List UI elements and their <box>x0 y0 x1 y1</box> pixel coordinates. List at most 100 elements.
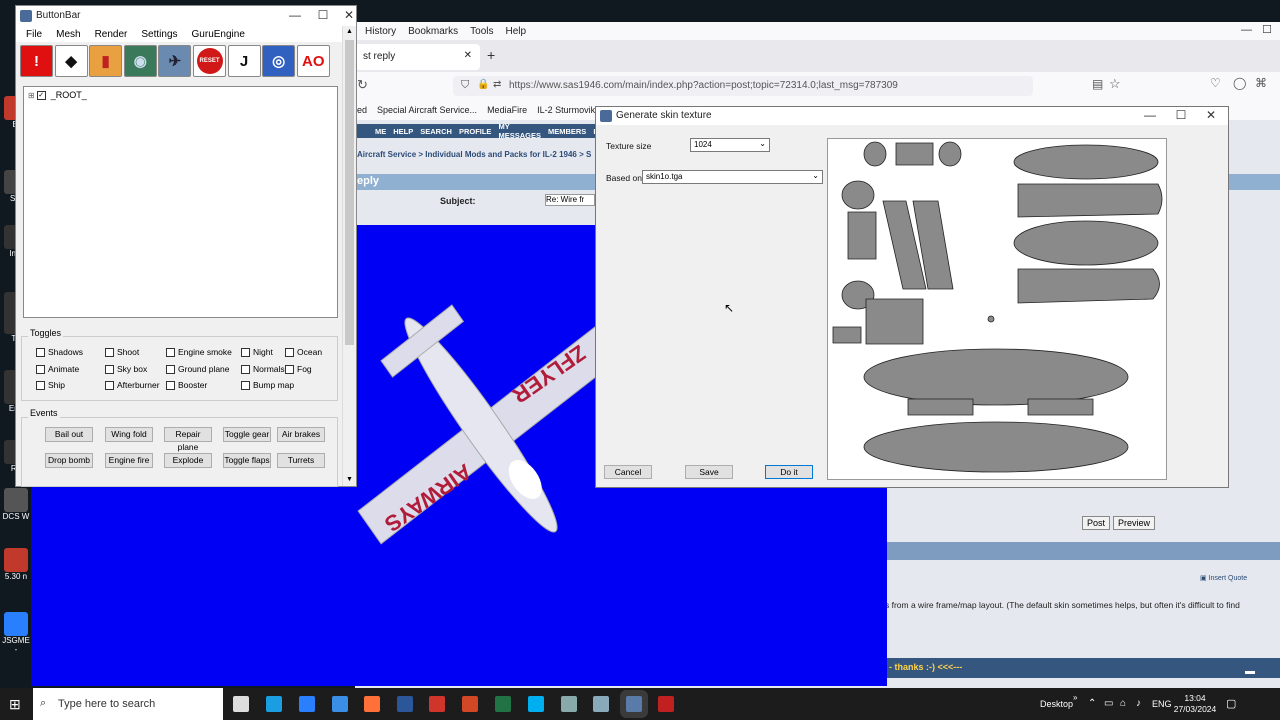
cockpit-icon[interactable]: ◉ <box>123 45 157 77</box>
window-app-icon[interactable] <box>593 696 609 712</box>
close-tab-icon[interactable]: ✕ <box>464 50 472 61</box>
language-indicator[interactable]: ENG <box>1152 699 1172 709</box>
excel-icon[interactable] <box>495 696 511 712</box>
mail-icon[interactable] <box>332 696 348 712</box>
subject-input[interactable]: Re: Wire fr <box>545 194 595 206</box>
bookmark-item[interactable]: Special Aircraft Service... <box>377 105 477 115</box>
menu-guruengine[interactable]: GuruEngine <box>192 29 245 40</box>
new-tab-button[interactable]: + <box>487 47 495 63</box>
toggle-checkbox[interactable]: Shoot <box>105 347 139 357</box>
event-button[interactable]: Air brakes <box>277 427 325 442</box>
event-button[interactable]: Wing fold <box>105 427 153 442</box>
extensions-icon[interactable]: ⌘ <box>1255 76 1267 90</box>
scroll-up-icon[interactable]: ▲ <box>346 28 353 35</box>
reader-view-icon[interactable]: ▤ <box>1092 77 1103 91</box>
checkbox-box[interactable] <box>241 380 250 390</box>
dialog-titlebar[interactable]: Generate skin texture — ☐ ✕ <box>596 107 1228 125</box>
menu-mesh[interactable]: Mesh <box>56 29 80 40</box>
menu-settings[interactable]: Settings <box>141 29 177 40</box>
close-icon[interactable]: ✕ <box>1196 108 1226 122</box>
toggle-checkbox[interactable]: Booster <box>166 380 207 390</box>
save-button[interactable]: Save <box>685 465 733 479</box>
alert-icon[interactable]: ! <box>20 45 53 77</box>
menu-history[interactable]: History <box>365 26 396 37</box>
checkbox-box[interactable] <box>105 347 114 357</box>
acrobat-icon[interactable] <box>429 696 445 712</box>
vertical-scrollbar[interactable]: ▲ ▼ <box>342 26 356 486</box>
checkbox-box[interactable] <box>166 380 175 390</box>
firefox-icon[interactable] <box>364 696 380 712</box>
maximize-icon[interactable]: ☐ <box>1262 23 1272 36</box>
bookmark-item[interactable]: MediaFire <box>487 105 527 115</box>
forum-nav-item[interactable]: ME <box>375 127 386 136</box>
expand-icon[interactable]: ⊞ <box>28 91 35 100</box>
buttonbar-titlebar[interactable]: ButtonBar — ☐ ✕ <box>16 6 356 26</box>
toggle-checkbox[interactable]: Shadows <box>36 347 83 357</box>
menu-render[interactable]: Render <box>95 29 128 40</box>
toggle-checkbox[interactable]: Normals <box>241 364 285 374</box>
collapse-icon[interactable]: ▬ <box>1245 666 1255 677</box>
do-it-button[interactable]: Do it <box>765 465 813 479</box>
scroll-down-icon[interactable]: ▼ <box>346 476 353 483</box>
checkbox-box[interactable] <box>285 364 294 374</box>
event-button[interactable]: Engine fire <box>105 453 153 468</box>
lock-icon[interactable]: 🔒 <box>477 79 489 90</box>
based-on-select[interactable]: skin1o.tga ⌄ <box>642 170 823 184</box>
graduation-cap-icon[interactable]: ◆ <box>54 45 88 77</box>
toggle-checkbox[interactable]: Bump map <box>241 380 294 390</box>
maximize-icon[interactable]: ☐ <box>1166 108 1196 122</box>
forum-nav-item[interactable]: MY MESSAGES <box>498 122 541 140</box>
checkbox-box[interactable] <box>36 380 45 390</box>
volume-icon[interactable]: ♪ <box>1136 698 1141 709</box>
bookmark-star-icon[interactable]: ☆ <box>1109 76 1121 92</box>
network-icon[interactable]: ⌂ <box>1120 698 1126 709</box>
guru-engine-icon[interactable] <box>626 696 642 712</box>
tree-checkbox[interactable]: ✓ <box>36 90 46 100</box>
notifications-icon[interactable]: ▢ <box>1226 697 1236 710</box>
desktop-shortcut[interactable]: 5.30 n <box>2 548 30 581</box>
skype-icon[interactable] <box>528 696 544 712</box>
toggle-checkbox[interactable]: Ocean <box>285 347 322 357</box>
desktop-toolbar-label[interactable]: Desktop <box>1040 699 1073 709</box>
bookmark-item[interactable]: ed <box>357 105 367 115</box>
globe-icon[interactable]: ◎ <box>262 45 296 77</box>
checkbox-box[interactable] <box>285 347 294 357</box>
texture-size-select[interactable]: 1024 ⌄ <box>690 138 770 152</box>
menu-bookmarks[interactable]: Bookmarks <box>408 26 458 37</box>
toggle-checkbox[interactable]: Night <box>241 347 273 357</box>
toggle-checkbox[interactable]: Fog <box>285 364 312 374</box>
event-button[interactable]: Drop bomb <box>45 453 93 468</box>
menu-file[interactable]: File <box>26 29 42 40</box>
event-button[interactable]: Turrets <box>277 453 325 468</box>
gauge-icon[interactable]: ▮ <box>89 45 123 77</box>
tray-chevron-icon[interactable]: ⌃ <box>1088 698 1096 709</box>
checkbox-box[interactable] <box>105 380 114 390</box>
menu-help[interactable]: Help <box>506 26 527 37</box>
store-icon[interactable] <box>299 696 315 712</box>
forum-nav-item[interactable]: HELP <box>393 127 413 136</box>
tab-post-reply[interactable]: st reply ✕ <box>355 44 480 70</box>
breadcrumb[interactable]: Aircraft Service > Individual Mods and P… <box>357 150 591 159</box>
hook-icon[interactable]: J <box>227 45 261 77</box>
toggle-checkbox[interactable]: Animate <box>36 364 79 374</box>
preview-button[interactable]: Preview <box>1113 516 1156 530</box>
edge-icon[interactable] <box>266 696 282 712</box>
checkbox-box[interactable] <box>166 364 175 374</box>
checkbox-box[interactable] <box>166 347 175 357</box>
jet-icon[interactable]: ✈ <box>158 45 192 77</box>
account-icon[interactable]: ◯ <box>1233 76 1246 90</box>
powerpoint-icon[interactable] <box>462 696 478 712</box>
toggle-checkbox[interactable]: Ground plane <box>166 364 230 374</box>
tree-node-root[interactable]: ⊞ ✓ _ROOT_ <box>28 90 87 100</box>
url-field[interactable]: ⛉ 🔒 ⇄ https://www.sas1946.com/main/index… <box>453 76 1033 96</box>
desktop-shortcut[interactable]: JSGME - <box>2 612 30 654</box>
tray-app-icon[interactable]: ▭ <box>1104 698 1113 709</box>
forum-nav-item[interactable]: MEMBERS <box>548 127 586 136</box>
forum-nav-item[interactable]: SEARCH <box>420 127 452 136</box>
toggle-checkbox[interactable]: Sky box <box>105 364 147 374</box>
reload-icon[interactable]: ↻ <box>357 77 368 93</box>
menu-tools[interactable]: Tools <box>470 26 493 37</box>
reset-icon[interactable]: RESET <box>193 45 226 77</box>
checkbox-box[interactable] <box>105 364 114 374</box>
event-button[interactable]: Toggle flaps <box>223 453 271 468</box>
